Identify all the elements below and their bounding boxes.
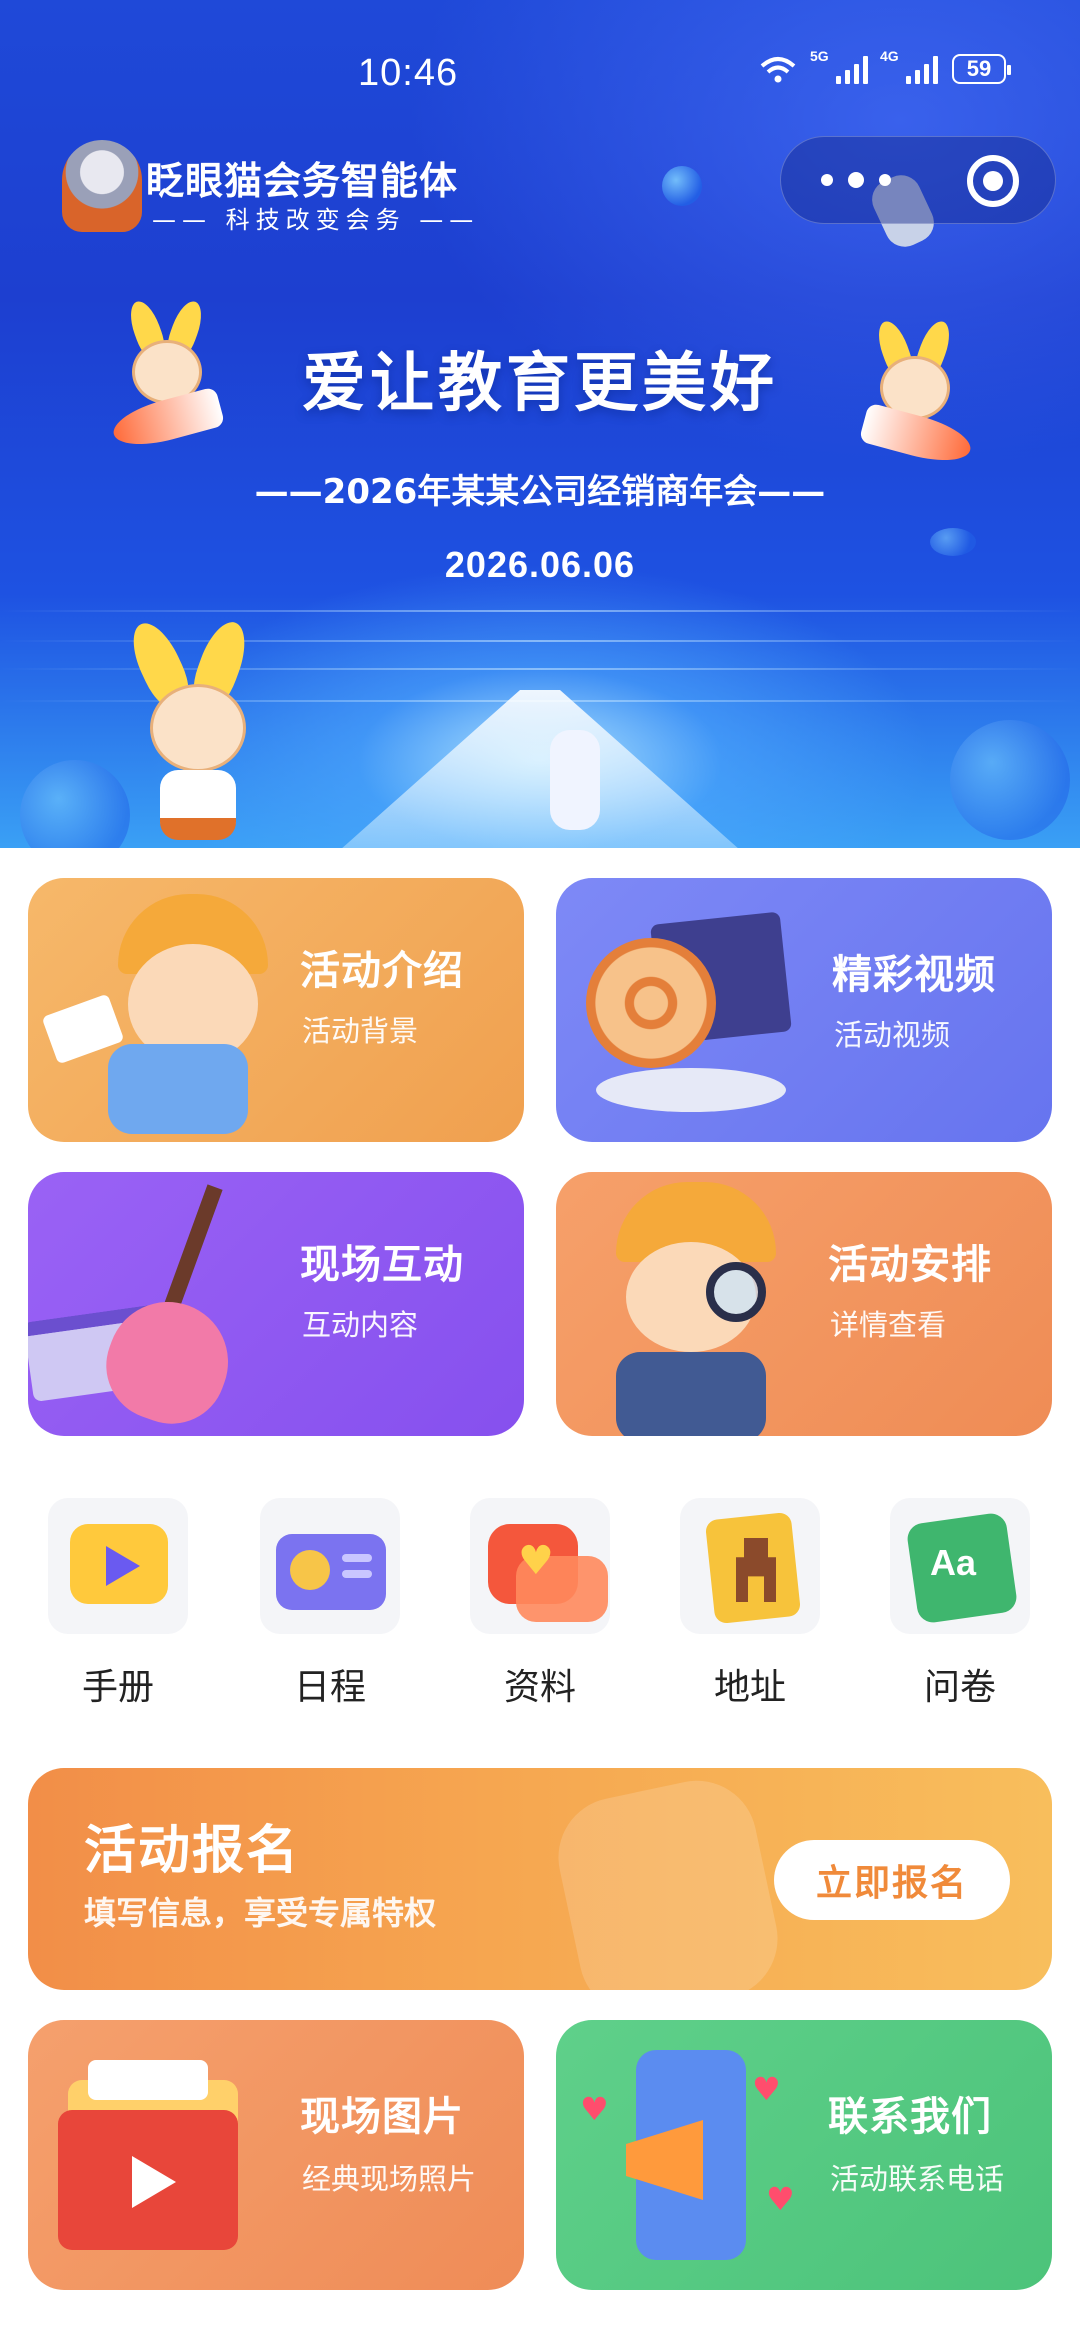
wifi-icon — [760, 57, 796, 83]
register-subtitle: 填写信息，享受专属特权 — [84, 1894, 437, 1932]
clock: 10:46 — [358, 52, 459, 94]
card-activity-schedule[interactable]: 活动安排 详情查看 — [556, 1172, 1052, 1436]
quick-link-manual[interactable]: 手册 — [38, 1490, 198, 1730]
film-reel-clapper-illustration — [576, 911, 796, 1118]
close-target-icon[interactable] — [967, 155, 1019, 207]
card-title: 现场图片 — [300, 2094, 464, 2140]
card-activity-intro[interactable]: 活动介绍 活动背景 — [28, 878, 524, 1142]
brand-slogan: —— 科技改变会务 —— — [152, 206, 480, 234]
card-live-photos[interactable]: 现场图片 经典现场照片 — [28, 2020, 524, 2290]
brand-name: 眨眼猫会务智能体 — [146, 159, 459, 203]
register-now-button[interactable]: 立即报名 — [774, 1840, 1010, 1920]
quick-link-address[interactable]: 地址 — [670, 1490, 830, 1730]
card-title: 活动安排 — [828, 1242, 992, 1288]
quick-link-label: 资料 — [503, 1667, 576, 1708]
radio-icon — [260, 1498, 400, 1634]
card-subtitle: 活动背景 — [302, 1014, 419, 1048]
light-wave — [0, 610, 1080, 612]
quick-link-materials[interactable]: ♥ 资料 — [460, 1490, 620, 1730]
quick-link-schedule[interactable]: 日程 — [250, 1490, 410, 1730]
quick-links: 手册 日程 ♥ 资料 地址 Aa 问卷 — [0, 1490, 1080, 1730]
light-road — [340, 690, 740, 848]
megaphone-phone-illustration: ♥ ♥ ♥ — [566, 2030, 816, 2280]
card-subtitle: 互动内容 — [302, 1308, 419, 1342]
giraffe-book-icon — [680, 1498, 820, 1634]
hero-title: 爱让教育更美好 — [302, 347, 778, 421]
play-decoration-icon — [547, 1769, 789, 1990]
aa-note-icon: Aa — [890, 1498, 1030, 1634]
heart-chat-icon: ♥ — [470, 1498, 610, 1634]
planet-icon — [662, 166, 702, 206]
card-live-interaction[interactable]: 现场互动 互动内容 — [28, 1172, 524, 1436]
battery-indicator: 59 — [952, 54, 1011, 84]
quick-link-survey[interactable]: Aa 问卷 — [880, 1490, 1040, 1730]
boy-microphone-illustration — [41, 894, 288, 1134]
card-highlight-video[interactable]: 精彩视频 活动视频 — [556, 878, 1052, 1142]
planet-icon — [950, 720, 1070, 840]
quick-link-label: 手册 — [81, 1667, 154, 1708]
register-banner[interactable]: 活动报名 填写信息，享受专属特权 立即报名 — [28, 1768, 1052, 1990]
cellular-signal-5g-icon: 5G — [810, 48, 868, 84]
bunny-mascot-illustration — [100, 615, 290, 848]
quick-link-label: 地址 — [713, 1667, 786, 1708]
card-title: 现场互动 — [300, 1242, 464, 1288]
astronaut-illustration — [550, 730, 600, 830]
play-screen-icon — [48, 1498, 188, 1634]
status-icons: 5G 4G 59 — [758, 48, 1011, 84]
card-subtitle: 详情查看 — [830, 1308, 947, 1342]
more-options-icon[interactable] — [821, 165, 891, 195]
hero-date: 2026.06.06 — [444, 544, 636, 585]
cellular-signal-4g-icon: 4G — [880, 48, 938, 84]
register-title: 活动报名 — [84, 1821, 301, 1881]
card-contact-us[interactable]: ♥ ♥ ♥ 联系我们 活动联系电话 — [556, 2020, 1052, 2290]
card-title: 精彩视频 — [832, 952, 996, 998]
card-title: 联系我们 — [828, 2094, 992, 2140]
guitar-keyboard-illustration — [28, 1182, 288, 1436]
card-subtitle: 经典现场照片 — [302, 2162, 477, 2196]
folder-video-illustration — [58, 2060, 278, 2260]
quick-link-label: 问卷 — [923, 1667, 996, 1708]
status-bar: 10:46 5G 4G 59 — [0, 0, 1080, 140]
cat-logo-icon — [62, 140, 142, 232]
card-subtitle: 活动视频 — [834, 1018, 951, 1052]
quick-link-label: 日程 — [293, 1667, 366, 1708]
brand: 眨眼猫会务智能体 —— 科技改变会务 —— — [62, 140, 482, 240]
boy-magnifier-illustration — [556, 1182, 816, 1436]
miniprogram-capsule — [780, 136, 1056, 224]
card-subtitle: 活动联系电话 — [830, 2162, 1005, 2196]
hero-subtitle: ——2026年某某公司经销商年会—— — [254, 472, 826, 512]
card-title: 活动介绍 — [300, 948, 464, 994]
